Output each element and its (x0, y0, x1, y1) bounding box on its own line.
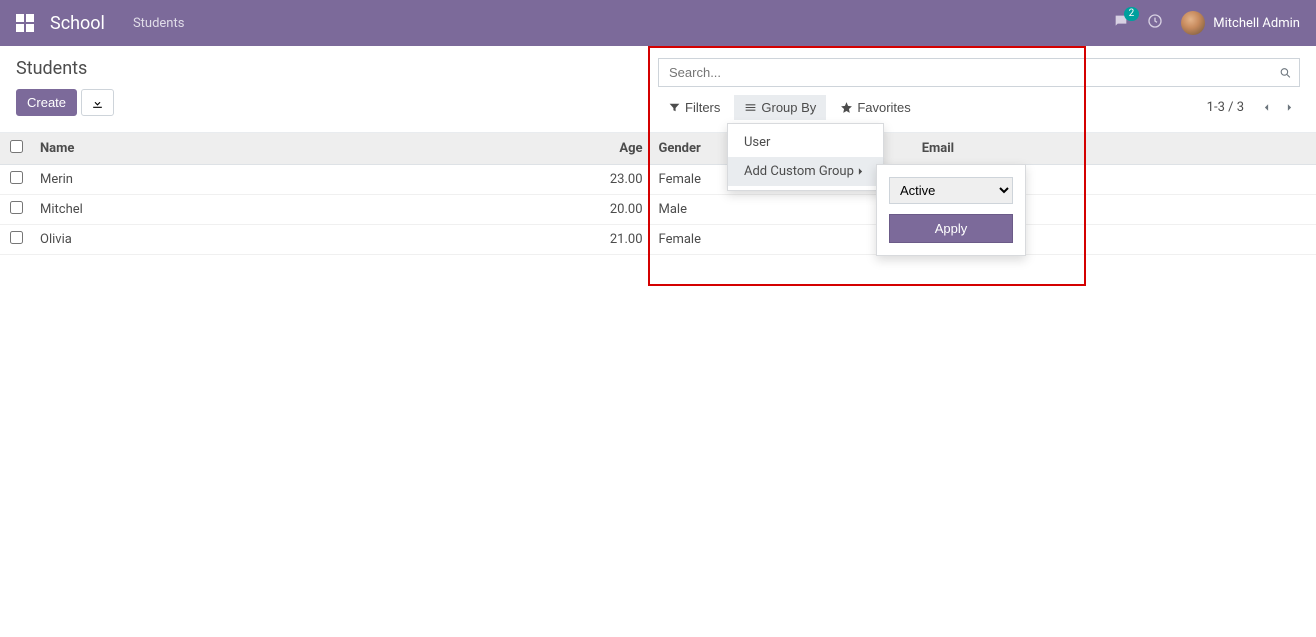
cell-gender: Male (651, 195, 914, 225)
cell-gender: Female (651, 225, 914, 255)
caret-right-icon (854, 165, 867, 178)
pager-prev[interactable] (1256, 96, 1277, 119)
apply-button[interactable]: Apply (889, 214, 1013, 243)
cell-age: 20.00 (585, 195, 651, 225)
activities-icon[interactable] (1147, 13, 1163, 33)
groupby-add-custom[interactable]: Add Custom Group (728, 157, 883, 186)
groupby-label: Group By (761, 100, 816, 115)
table-row[interactable]: Mitchel 20.00 Male (0, 195, 1316, 225)
chevron-right-icon (1283, 101, 1296, 114)
avatar (1181, 11, 1205, 35)
star-icon (840, 101, 853, 114)
groupby-item-user-label: User (744, 135, 770, 150)
filters-label: Filters (685, 100, 720, 115)
search-input[interactable] (658, 58, 1300, 87)
search-icon[interactable] (1279, 65, 1292, 80)
brand-title[interactable]: School (50, 13, 105, 34)
page-title: Students (16, 58, 658, 79)
user-name-label: Mitchell Admin (1213, 16, 1300, 31)
favorites-button[interactable]: Favorites (830, 95, 920, 120)
col-header-name[interactable]: Name (32, 133, 585, 165)
download-icon (91, 97, 104, 110)
export-button[interactable] (81, 89, 114, 116)
messaging-icon[interactable]: 2 (1113, 13, 1129, 33)
groupby-item-user[interactable]: User (728, 128, 883, 157)
cell-name: Mitchel (32, 195, 585, 225)
apps-icon[interactable] (16, 14, 34, 32)
groupby-button[interactable]: Group By (734, 95, 826, 120)
nav-link-students[interactable]: Students (133, 16, 185, 31)
groupby-add-custom-label: Add Custom Group (744, 164, 854, 179)
groupby-dropdown: User Add Custom Group (727, 123, 884, 191)
select-all-checkbox[interactable] (10, 140, 23, 153)
pager-next[interactable] (1279, 96, 1300, 119)
filters-button[interactable]: Filters (658, 95, 730, 120)
filter-icon (668, 101, 681, 114)
row-checkbox[interactable] (10, 171, 23, 184)
favorites-label: Favorites (857, 100, 910, 115)
cell-age: 23.00 (585, 165, 651, 195)
control-panel: Students Create Filters Group By (0, 46, 1316, 133)
cell-name: Merin (32, 165, 585, 195)
list-icon (744, 101, 757, 114)
top-navbar: School Students 2 Mitchell Admin (0, 0, 1316, 46)
cell-age: 21.00 (585, 225, 651, 255)
custom-group-field-select[interactable]: Active (889, 177, 1013, 204)
table-row[interactable]: Merin 23.00 Female (0, 165, 1316, 195)
chevron-left-icon (1260, 101, 1273, 114)
user-menu[interactable]: Mitchell Admin (1181, 11, 1300, 35)
pager-range[interactable]: 1-3 / 3 (1207, 100, 1244, 115)
cell-name: Olivia (32, 225, 585, 255)
table-row[interactable]: Olivia 21.00 Female (0, 225, 1316, 255)
row-checkbox[interactable] (10, 231, 23, 244)
row-checkbox[interactable] (10, 201, 23, 214)
add-custom-group-submenu: Active Apply (876, 164, 1026, 256)
students-table: Name Age Gender Email Merin 23.00 Female… (0, 133, 1316, 255)
messaging-badge: 2 (1124, 7, 1140, 21)
create-button[interactable]: Create (16, 89, 77, 116)
col-header-age[interactable]: Age (585, 133, 651, 165)
col-header-email[interactable]: Email (914, 133, 1316, 165)
